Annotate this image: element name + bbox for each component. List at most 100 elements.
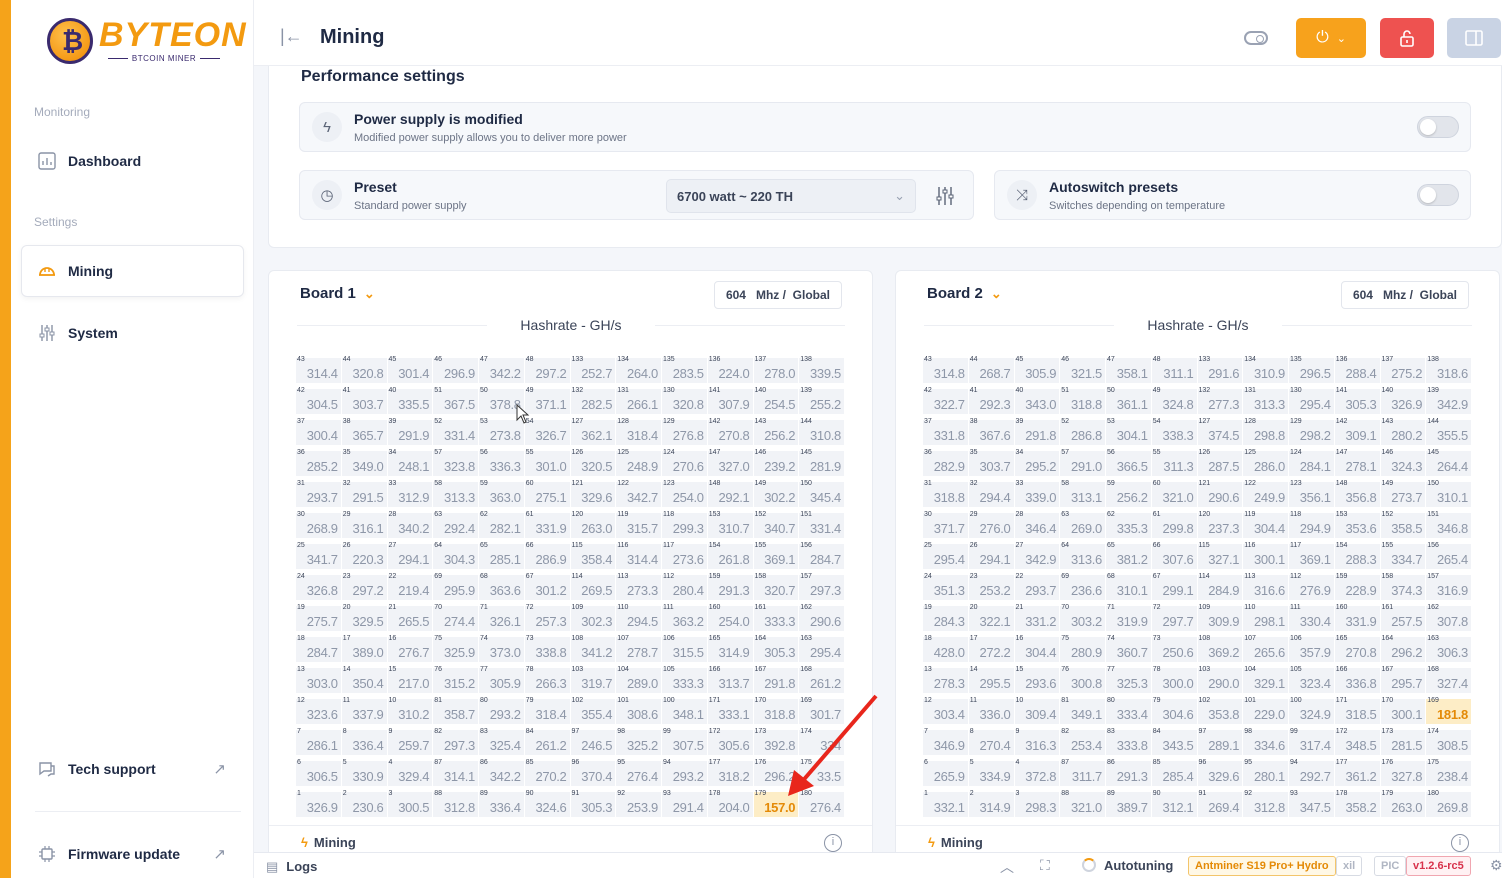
hashboard-chip-cell[interactable]: 76 300.8 [1060, 666, 1105, 693]
hashboard-chip-cell[interactable]: 140 326.9 [1380, 387, 1426, 414]
hashboard-chip-cell[interactable]: 137 278.0 [753, 356, 799, 383]
frequency-badge[interactable]: 604 Mhz / Global [1340, 281, 1469, 309]
hashboard-chip-cell[interactable]: 160 254.0 [707, 604, 753, 631]
hashboard-chip-cell[interactable]: 155 369.1 [753, 542, 799, 569]
hashboard-chip-cell[interactable]: 100 324.9 [1289, 697, 1334, 724]
hashboard-chip-cell[interactable]: 130 320.8 [662, 387, 707, 414]
hashboard-chip-cell[interactable]: 158 320.7 [753, 573, 799, 600]
hashboard-chip-cell[interactable]: 37 331.8 [923, 418, 968, 445]
hashboard-chip-cell[interactable]: 51 318.8 [1060, 387, 1105, 414]
hashboard-chip-cell[interactable]: 129 276.8 [662, 418, 707, 445]
hashboard-chip-cell[interactable]: 61 331.9 [524, 511, 570, 538]
hashboard-chip-cell[interactable]: 55 301.0 [524, 449, 570, 476]
hashboard-chip-cell[interactable]: 29 276.0 [968, 511, 1014, 538]
hashboard-chip-cell[interactable]: 32 291.5 [341, 480, 387, 507]
logs-button[interactable]: ▤ Logs [266, 859, 317, 875]
hashboard-chip-cell[interactable]: 15 293.6 [1014, 666, 1060, 693]
hashboard-chip-cell[interactable]: 96 329.6 [1197, 759, 1243, 786]
hashboard-chip-cell[interactable]: 126 287.5 [1197, 449, 1243, 476]
hashboard-chip-cell[interactable]: 176 296.2 [753, 759, 799, 786]
hashboard-chip-cell[interactable]: 156 265.4 [1426, 542, 1471, 569]
hashboard-chip-cell[interactable]: 83 325.4 [479, 728, 524, 755]
hashboard-chip-cell[interactable]: 161 333.3 [753, 604, 799, 631]
hashboard-chip-cell[interactable]: 16 276.7 [387, 635, 433, 662]
hashboard-chip-cell[interactable]: 2 314.9 [968, 790, 1014, 817]
brand-logo[interactable]: BYTEON BTCOIN MINER [47, 16, 246, 64]
hashboard-chip-cell[interactable]: 151 346.8 [1426, 511, 1471, 538]
hashboard-chip-cell[interactable]: 38 365.7 [341, 418, 387, 445]
gear-icon[interactable]: ⚙ [1490, 857, 1502, 874]
hashboard-chip-cell[interactable]: 19 275.7 [296, 604, 341, 631]
hashboard-chip-cell[interactable]: 135 283.5 [662, 356, 707, 383]
hashboard-chip-cell[interactable]: 10 309.4 [1014, 697, 1060, 724]
hashboard-chip-cell[interactable]: 26 294.1 [968, 542, 1014, 569]
hashboard-chip-cell[interactable]: 84 343.5 [1151, 728, 1197, 755]
hashboard-chip-cell[interactable]: 58 313.3 [433, 480, 478, 507]
hashboard-chip-cell[interactable]: 15 217.0 [387, 666, 433, 693]
hashboard-chip-cell[interactable]: 123 356.1 [1289, 480, 1334, 507]
hashboard-chip-cell[interactable]: 123 254.0 [662, 480, 707, 507]
hashboard-chip-cell[interactable]: 144 310.8 [799, 418, 844, 445]
hashboard-chip-cell[interactable]: 149 302.2 [753, 480, 799, 507]
hashboard-chip-cell[interactable]: 127 374.5 [1197, 418, 1243, 445]
hashboard-chip-cell[interactable]: 42 322.7 [923, 387, 968, 414]
hashboard-chip-cell[interactable]: 80 333.4 [1106, 697, 1151, 724]
hashboard-chip-cell[interactable]: 21 265.5 [387, 604, 433, 631]
hashboard-chip-cell[interactable]: 20 322.1 [968, 604, 1014, 631]
hashboard-chip-cell[interactable]: 62 335.3 [1106, 511, 1151, 538]
hashboard-chip-cell[interactable]: 124 284.1 [1289, 449, 1334, 476]
hashboard-chip-cell[interactable]: 7 346.9 [923, 728, 968, 755]
hashboard-chip-cell[interactable]: 177 361.2 [1334, 759, 1380, 786]
hashboard-chip-cell[interactable]: 1 326.9 [296, 790, 341, 817]
hashboard-chip-cell[interactable]: 54 326.7 [524, 418, 570, 445]
hashboard-chip-cell[interactable]: 28 346.4 [1014, 511, 1060, 538]
hashboard-chip-cell[interactable]: 150 310.1 [1426, 480, 1471, 507]
hashboard-chip-cell[interactable]: 82 253.4 [1060, 728, 1105, 755]
hashboard-chip-cell[interactable]: 128 318.4 [616, 418, 661, 445]
hashboard-chip-cell[interactable]: 174 334 [799, 728, 844, 755]
hashboard-chip-cell[interactable]: 35 349.0 [341, 449, 387, 476]
hashboard-chip-cell[interactable]: 105 323.4 [1289, 666, 1334, 693]
hashboard-chip-cell[interactable]: 138 318.6 [1426, 356, 1471, 383]
hashboard-chip-cell[interactable]: 52 286.8 [1060, 418, 1105, 445]
hashboard-chip-cell[interactable]: 164 305.3 [753, 635, 799, 662]
hashboard-chip-cell[interactable]: 9 259.7 [387, 728, 433, 755]
hashboard-chip-cell[interactable]: 159 228.9 [1334, 573, 1380, 600]
hashboard-chip-cell[interactable]: 117 273.6 [662, 542, 707, 569]
hashboard-chip-cell[interactable]: 74 360.7 [1106, 635, 1151, 662]
hashboard-chip-cell[interactable]: 31 293.7 [296, 480, 341, 507]
power-menu-button[interactable]: ⏻ ⌄ [1296, 18, 1366, 58]
hashboard-chip-cell[interactable]: 38 367.6 [968, 418, 1014, 445]
hashboard-chip-cell[interactable]: 52 331.4 [433, 418, 478, 445]
hashboard-chip-cell[interactable]: 107 278.7 [616, 635, 661, 662]
hashboard-chip-cell[interactable]: 42 304.5 [296, 387, 341, 414]
hashboard-chip-cell[interactable]: 180 269.8 [1426, 790, 1471, 817]
hashboard-chip-cell[interactable]: 55 311.3 [1151, 449, 1197, 476]
hashboard-chip-cell[interactable]: 146 239.2 [753, 449, 799, 476]
hashboard-chip-cell[interactable]: 179 157.0 [753, 790, 799, 817]
hashboard-chip-cell[interactable]: 79 304.6 [1151, 697, 1197, 724]
hashboard-chip-cell[interactable]: 127 362.1 [570, 418, 616, 445]
hashboard-chip-cell[interactable]: 119 304.4 [1243, 511, 1288, 538]
hashboard-chip-cell[interactable]: 90 312.1 [1151, 790, 1197, 817]
hashboard-chip-cell[interactable]: 65 381.2 [1106, 542, 1151, 569]
hashboard-chip-cell[interactable]: 79 318.4 [524, 697, 570, 724]
hashboard-chip-cell[interactable]: 152 340.7 [753, 511, 799, 538]
hashboard-chip-cell[interactable]: 143 280.2 [1380, 418, 1426, 445]
hashboard-chip-cell[interactable]: 157 316.9 [1426, 573, 1471, 600]
hashboard-chip-cell[interactable]: 173 392.8 [753, 728, 799, 755]
hashboard-chip-cell[interactable]: 153 353.6 [1334, 511, 1380, 538]
hashboard-chip-cell[interactable]: 71 326.1 [479, 604, 524, 631]
hashboard-chip-cell[interactable]: 101 229.0 [1243, 697, 1288, 724]
hashboard-chip-cell[interactable]: 68 363.6 [479, 573, 524, 600]
hashboard-chip-cell[interactable]: 140 254.5 [753, 387, 799, 414]
hashboard-chip-cell[interactable]: 45 301.4 [387, 356, 433, 383]
hashboard-chip-cell[interactable]: 87 314.1 [433, 759, 478, 786]
hashboard-chip-cell[interactable]: 27 294.1 [387, 542, 433, 569]
hashboard-chip-cell[interactable]: 142 270.8 [707, 418, 753, 445]
hashboard-chip-cell[interactable]: 158 374.3 [1380, 573, 1426, 600]
hashboard-chip-cell[interactable]: 4 372.8 [1014, 759, 1060, 786]
hashboard-chip-cell[interactable]: 43 314.8 [923, 356, 968, 383]
hashboard-chip-cell[interactable]: 157 297.3 [799, 573, 844, 600]
sidebar-item-dashboard[interactable]: Dashboard [34, 143, 244, 179]
